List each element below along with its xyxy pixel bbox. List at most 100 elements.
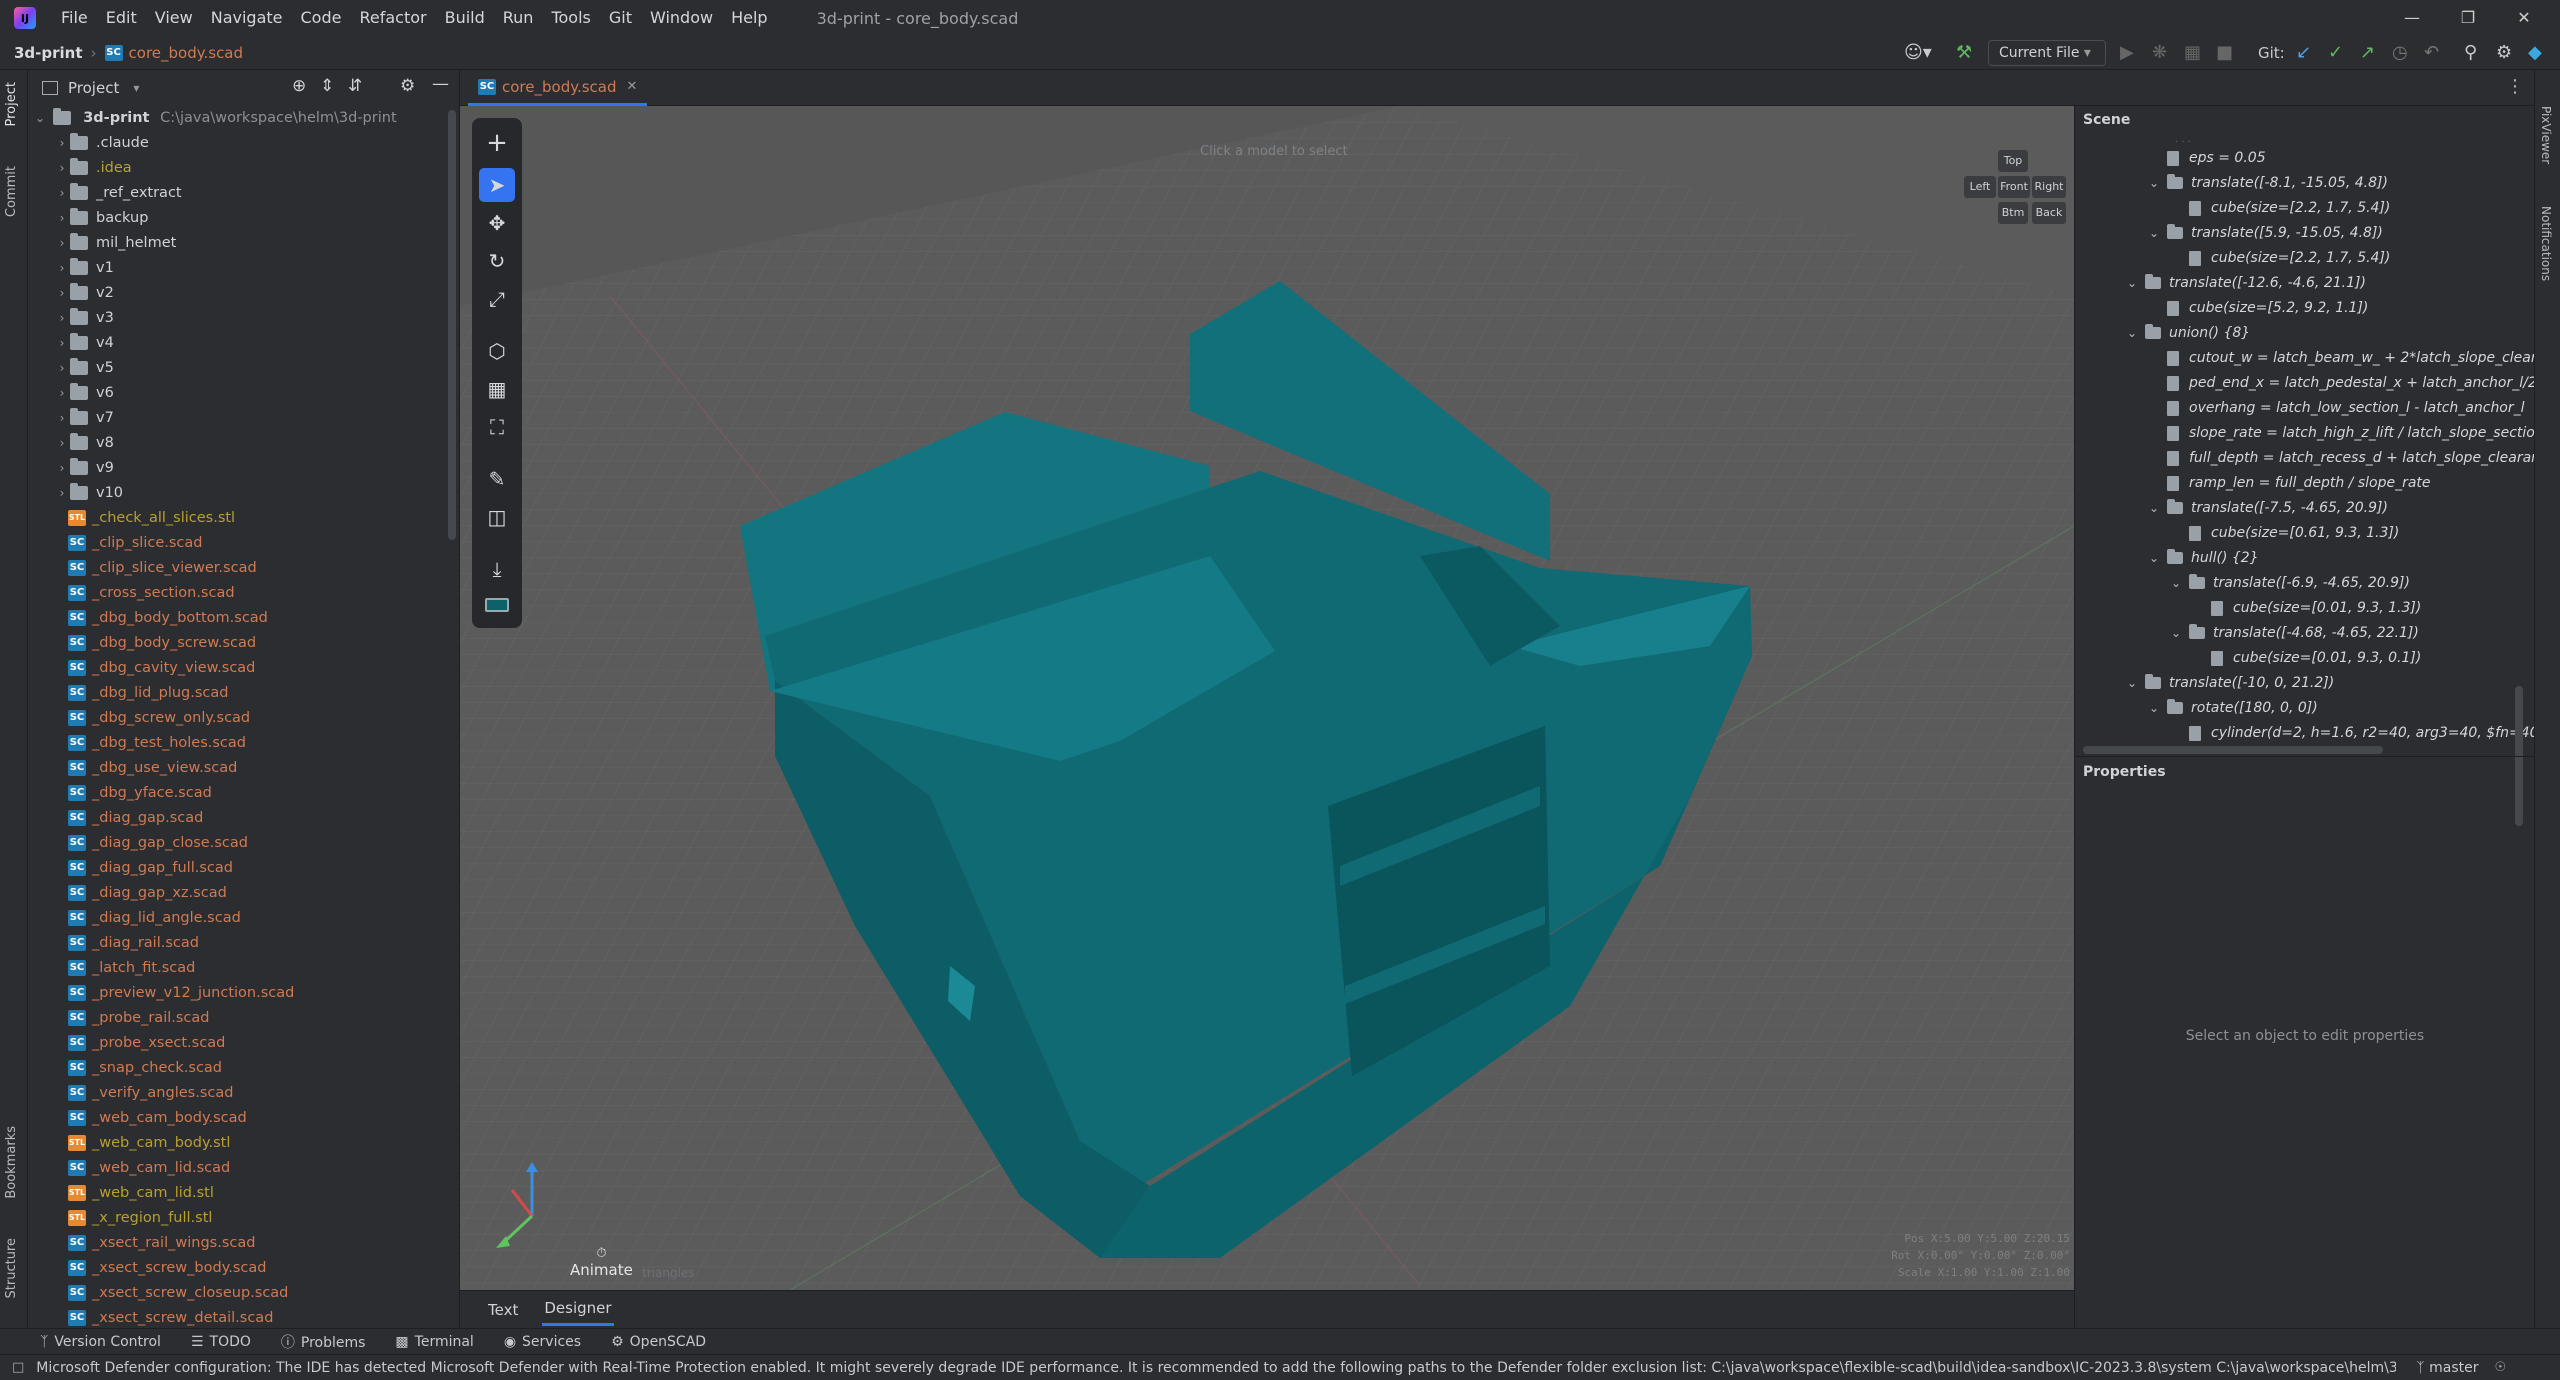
chevron-down-icon[interactable]: ⌄ bbox=[2127, 321, 2145, 346]
chevron-right-icon[interactable]: › bbox=[54, 456, 70, 481]
panel-settings-icon[interactable]: ⚙ bbox=[400, 76, 415, 96]
tree-folder[interactable]: › v4 bbox=[28, 331, 460, 356]
chevron-right-icon[interactable]: › bbox=[54, 181, 70, 206]
tree-file[interactable]: SC _diag_gap_close.scad bbox=[28, 831, 460, 856]
scene-scrollbar-horizontal[interactable] bbox=[2083, 746, 2383, 754]
tool-window-problems[interactable]: ⓘ Problems bbox=[281, 1332, 366, 1352]
tree-file[interactable]: SC _probe_rail.scad bbox=[28, 1006, 460, 1031]
chevron-down-icon[interactable]: ⌄ bbox=[2171, 621, 2189, 646]
menu-edit[interactable]: Edit bbox=[97, 0, 146, 36]
scene-node[interactable]: cube(size=[0.01, 9.3, 1.3]) bbox=[2193, 596, 2421, 621]
scene-node[interactable]: ped_end_x = latch_pedestal_x + latch_anc… bbox=[2149, 371, 2535, 396]
color-swatch[interactable] bbox=[485, 598, 509, 612]
commit-tool-button[interactable]: Commit bbox=[4, 166, 19, 217]
scene-node[interactable]: cube(size=[0.61, 9.3, 1.3]) bbox=[2171, 521, 2399, 546]
rotate-tool-icon[interactable]: ↻ bbox=[479, 244, 515, 278]
scene-node[interactable]: ⌄ translate([-6.9, -4.65, 20.9]) bbox=[2171, 571, 2410, 596]
measure-tool-icon[interactable]: ✎ bbox=[479, 462, 515, 496]
chevron-right-icon[interactable]: › bbox=[54, 331, 70, 356]
scene-node[interactable]: cylinder(d=2, h=1.6, r2=40, arg3=40, $fn… bbox=[2171, 721, 2535, 746]
tree-folder[interactable]: › v5 bbox=[28, 356, 460, 381]
tree-file[interactable]: SC _dbg_body_bottom.scad bbox=[28, 606, 460, 631]
tree-file[interactable]: SC _cross_section.scad bbox=[28, 581, 460, 606]
tree-scrollbar[interactable] bbox=[448, 110, 456, 540]
close-icon[interactable]: ✕ bbox=[2496, 0, 2552, 36]
tree-file[interactable]: SC _web_cam_lid.scad bbox=[28, 1156, 460, 1181]
menu-git[interactable]: Git bbox=[600, 0, 641, 36]
tree-file[interactable]: SC _diag_gap_full.scad bbox=[28, 856, 460, 881]
menu-help[interactable]: Help bbox=[722, 0, 776, 36]
lock-icon[interactable]: ☉ bbox=[2495, 1360, 2507, 1375]
view-left-button[interactable]: Left bbox=[1964, 176, 1996, 198]
minimize-icon[interactable]: — bbox=[2384, 0, 2440, 36]
chevron-right-icon[interactable]: › bbox=[54, 156, 70, 181]
view-front-button[interactable]: Front bbox=[1998, 176, 2030, 198]
tree-file[interactable]: SC _dbg_test_holes.scad bbox=[28, 731, 460, 756]
tree-file[interactable]: SC _clip_slice_viewer.scad bbox=[28, 556, 460, 581]
tree-root[interactable]: ⌄ 3d-print C:\java\workspace\helm\3d-pri… bbox=[28, 106, 460, 131]
chevron-down-icon[interactable]: ⌄ bbox=[2149, 696, 2167, 721]
scene-node[interactable]: overhang = latch_low_section_l - latch_a… bbox=[2149, 396, 2525, 421]
tool-window-openscad[interactable]: ⚙ OpenSCAD bbox=[611, 1334, 706, 1350]
scene-node[interactable]: ⌄ translate([5.9, -15.05, 4.8]) bbox=[2149, 221, 2383, 246]
tree-folder[interactable]: › v3 bbox=[28, 306, 460, 331]
tree-file[interactable]: SC _latch_fit.scad bbox=[28, 956, 460, 981]
chevron-right-icon[interactable]: › bbox=[54, 281, 70, 306]
git-update-icon[interactable]: ↙ bbox=[2296, 36, 2311, 70]
tree-folder[interactable]: › v2 bbox=[28, 281, 460, 306]
tool-window-terminal[interactable]: ▩ Terminal bbox=[395, 1334, 473, 1350]
chevron-down-icon[interactable]: ⌄ bbox=[2127, 271, 2145, 296]
tree-folder[interactable]: › mil_helmet bbox=[28, 231, 460, 256]
collapse-all-icon[interactable]: ⇵ bbox=[348, 76, 362, 96]
tree-file[interactable]: SC _dbg_yface.scad bbox=[28, 781, 460, 806]
add-object-icon[interactable]: + bbox=[479, 126, 515, 160]
chevron-right-icon[interactable]: › bbox=[54, 356, 70, 381]
tree-file[interactable]: SC _dbg_screw_only.scad bbox=[28, 706, 460, 731]
scene-node[interactable]: ⌄ rotate([180, 0, 0]) bbox=[2149, 696, 2318, 721]
tab-core-body[interactable]: SC core_body.scad ✕ bbox=[468, 70, 648, 106]
breadcrumb-project[interactable]: 3d-print bbox=[14, 44, 83, 62]
scene-node[interactable]: ⌄ translate([-7.5, -4.65, 20.9]) bbox=[2149, 496, 2388, 521]
tree-file[interactable]: SC _diag_lid_angle.scad bbox=[28, 906, 460, 931]
scene-node[interactable]: ⌄ hull() {2} bbox=[2149, 546, 2259, 571]
git-push-icon[interactable]: ↗ bbox=[2360, 36, 2375, 70]
menu-file[interactable]: File bbox=[52, 0, 97, 36]
tree-file[interactable]: SC _web_cam_body.scad bbox=[28, 1106, 460, 1131]
expand-all-icon[interactable]: ⇕ bbox=[320, 76, 334, 96]
tab-text[interactable]: Text bbox=[486, 1295, 520, 1325]
scene-node[interactable]: ⌄ translate([-12.6, -4.6, 21.1]) bbox=[2127, 271, 2366, 296]
project-panel-title[interactable]: Project bbox=[68, 79, 119, 97]
3d-viewport[interactable]: Click a model to select Top Left Front R… bbox=[460, 106, 2074, 1290]
tree-file[interactable]: SC _dbg_use_view.scad bbox=[28, 756, 460, 781]
chevron-down-icon[interactable]: ⌄ bbox=[2171, 571, 2189, 596]
tree-folder[interactable]: › v7 bbox=[28, 406, 460, 431]
tree-folder[interactable]: › v8 bbox=[28, 431, 460, 456]
notifications-tool-button[interactable]: Notifications bbox=[2539, 206, 2553, 281]
tool-window-services[interactable]: ◉ Services bbox=[504, 1334, 581, 1350]
tab-close-icon[interactable]: ✕ bbox=[627, 79, 638, 94]
tree-file[interactable]: SC _dbg_body_screw.scad bbox=[28, 631, 460, 656]
menu-tools[interactable]: Tools bbox=[542, 0, 599, 36]
chevron-down-icon[interactable]: ⌄ bbox=[2149, 171, 2167, 196]
tree-file[interactable]: SC _xsect_screw_body.scad bbox=[28, 1256, 460, 1281]
move-tool-icon[interactable]: ✥ bbox=[479, 206, 515, 240]
tree-file[interactable]: SC _preview_v12_junction.scad bbox=[28, 981, 460, 1006]
debug-icon[interactable]: ❋ bbox=[2152, 36, 2167, 70]
scene-node[interactable]: slope_rate = latch_high_z_lift / latch_s… bbox=[2149, 421, 2535, 446]
coverage-icon[interactable]: ▦ bbox=[2184, 36, 2201, 70]
chevron-right-icon[interactable]: › bbox=[54, 381, 70, 406]
run-icon[interactable]: ▶ bbox=[2120, 36, 2134, 70]
tree-folder[interactable]: › .idea bbox=[28, 156, 460, 181]
tree-folder[interactable]: › .claude bbox=[28, 131, 460, 156]
fit-view-icon[interactable]: ⛶ bbox=[479, 410, 515, 444]
project-view-dropdown-icon[interactable]: ▾ bbox=[133, 81, 139, 95]
chevron-right-icon[interactable]: › bbox=[54, 256, 70, 281]
chevron-down-icon[interactable]: ⌄ bbox=[2149, 221, 2167, 246]
chevron-right-icon[interactable]: › bbox=[54, 431, 70, 456]
scene-node[interactable]: eps = 0.05 bbox=[2149, 146, 2266, 171]
tree-folder[interactable]: › v9 bbox=[28, 456, 460, 481]
tree-file[interactable]: SC _probe_xsect.scad bbox=[28, 1031, 460, 1056]
tab-designer[interactable]: Designer bbox=[542, 1293, 614, 1326]
structure-tool-button[interactable]: Structure bbox=[4, 1238, 19, 1298]
cube-view-icon[interactable]: ⬡ bbox=[479, 334, 515, 368]
